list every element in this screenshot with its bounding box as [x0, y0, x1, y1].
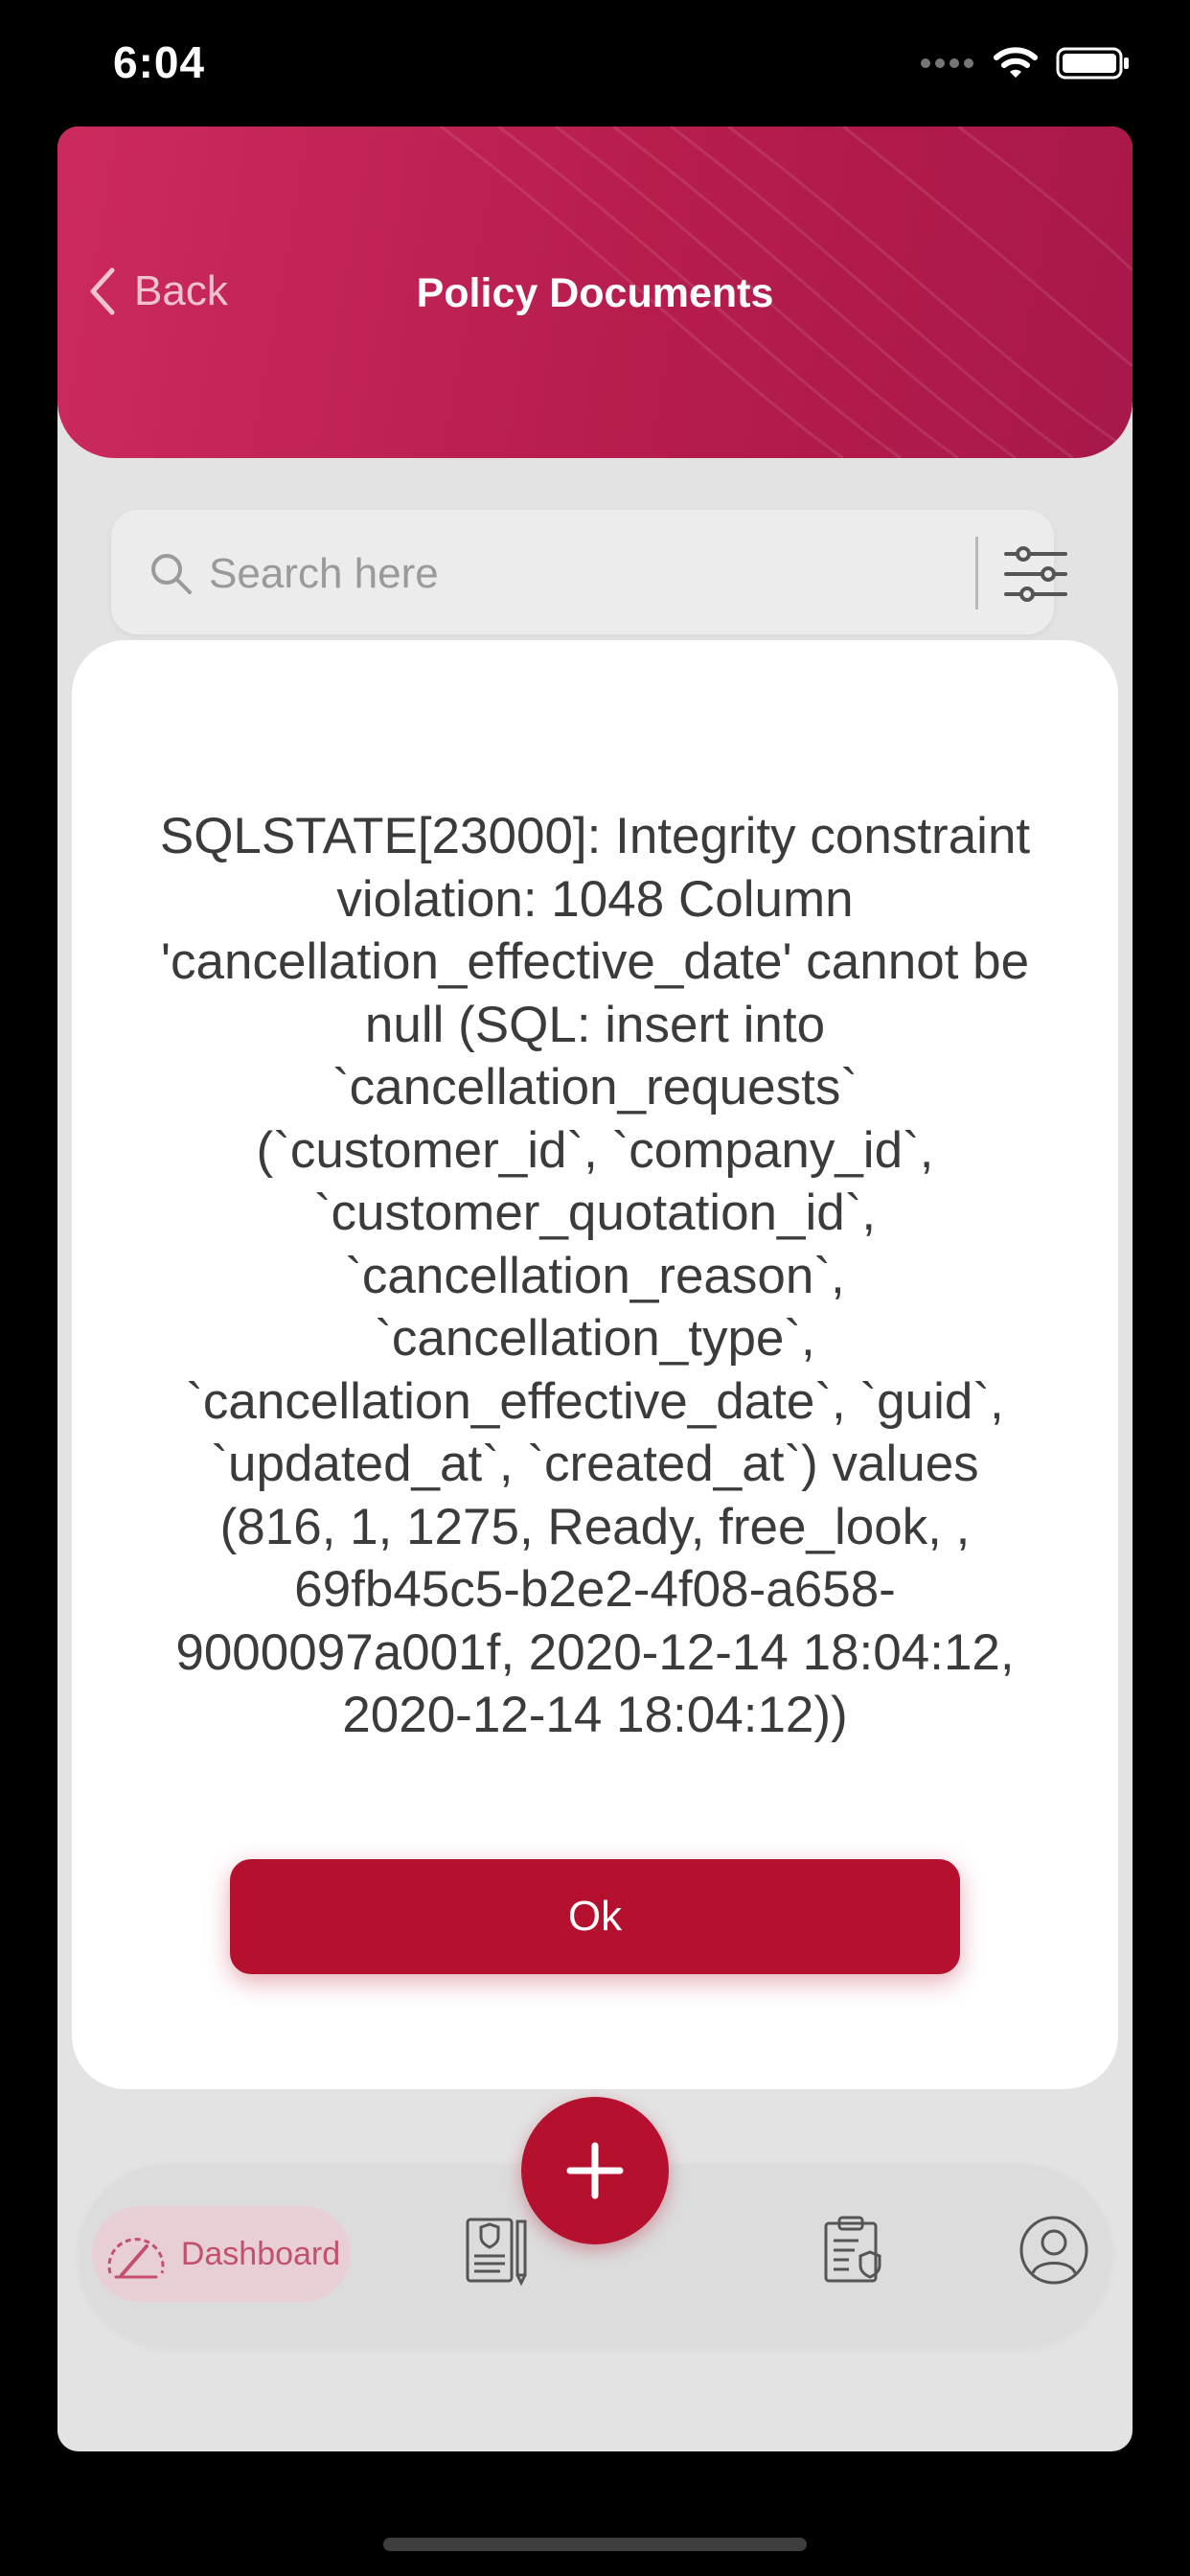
profile-icon[interactable]: [1018, 2214, 1090, 2287]
search-divider: [975, 537, 978, 610]
wifi-icon: [994, 47, 1038, 78]
plus-icon: [566, 2142, 624, 2199]
search-input[interactable]: Search here: [209, 550, 439, 598]
policy-document-icon[interactable]: [462, 2214, 535, 2287]
status-time: 6:04: [113, 37, 206, 87]
battery-icon: [1056, 47, 1129, 80]
home-indicator: [383, 2538, 807, 2551]
error-dialog: SQLSTATE[23000]: Integrity constraint vi…: [72, 640, 1118, 2089]
error-message: SQLSTATE[23000]: Integrity constraint vi…: [159, 808, 1031, 1743]
page-title: Policy Documents: [416, 270, 774, 316]
cellular-signal-icon: [921, 58, 973, 68]
nav-dashboard-label: Dashboard: [180, 2235, 341, 2272]
add-button[interactable]: [521, 2097, 669, 2244]
search-bar[interactable]: Search here: [111, 510, 1067, 634]
filter-sliders-icon[interactable]: [1002, 544, 1069, 604]
search-icon: [151, 554, 192, 594]
ok-button[interactable]: Ok: [230, 1859, 960, 1974]
header-bar: Back Policy Documents: [57, 126, 1133, 458]
phone-screen: 6:04 Back Policy Documents Search here D…: [0, 0, 1190, 2576]
nav-item-dashboard[interactable]: Dashboard: [92, 2206, 351, 2302]
speedometer-icon: [107, 2238, 165, 2279]
claims-clipboard-icon[interactable]: [820, 2214, 893, 2287]
status-icons: [920, 46, 1131, 80]
